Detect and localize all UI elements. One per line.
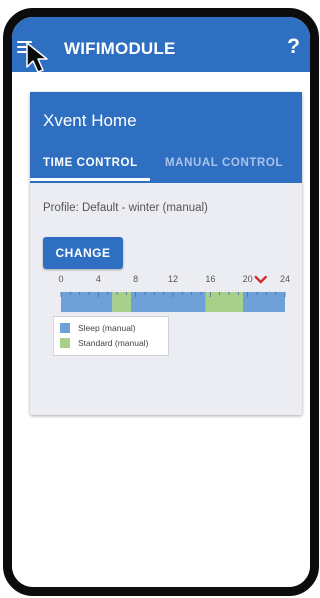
- legend-item-sleep: Sleep (manual): [60, 322, 136, 334]
- x-tick-label: 4: [96, 274, 101, 284]
- main-content: Xvent Home TIME CONTROL MANUAL CONTROL P…: [12, 72, 310, 587]
- change-button[interactable]: CHANGE: [43, 237, 123, 269]
- x-tick-label: 0: [58, 274, 63, 284]
- chart-legend: Sleep (manual) Standard (manual): [53, 316, 169, 356]
- legend-item-standard: Standard (manual): [60, 337, 148, 349]
- schedule-segment: [61, 292, 113, 312]
- tab-time-control[interactable]: TIME CONTROL: [43, 157, 138, 169]
- x-tick-label: 16: [205, 274, 215, 284]
- app-bar: WIFIMODULE ?: [12, 17, 310, 72]
- x-tick-label: 24: [280, 274, 290, 284]
- phone-frame: WIFIMODULE ? Xvent Home TIME CONTROL MAN…: [3, 8, 319, 596]
- schedule-chart: 0 4 8 12 16 20 24: [58, 274, 290, 312]
- app-title: WIFIMODULE: [64, 39, 176, 58]
- legend-swatch-standard: [60, 338, 70, 348]
- legend-swatch-sleep: [60, 323, 70, 333]
- x-tick-label: 12: [168, 274, 178, 284]
- tab-manual-control[interactable]: MANUAL CONTROL: [165, 157, 283, 169]
- hamburger-menu-icon[interactable]: [17, 37, 39, 55]
- schedule-segment: [112, 292, 131, 312]
- legend-label-sleep: Sleep (manual): [78, 323, 136, 333]
- x-tick-label: 20: [243, 274, 253, 284]
- card-header: Xvent Home TIME CONTROL MANUAL CONTROL: [30, 92, 302, 183]
- device-title: Xvent Home: [43, 111, 137, 130]
- device-card: Xvent Home TIME CONTROL MANUAL CONTROL P…: [30, 92, 302, 415]
- x-tick-label: 8: [133, 274, 138, 284]
- profile-text: Profile: Default - winter (manual): [43, 202, 208, 214]
- legend-label-standard: Standard (manual): [78, 338, 149, 348]
- current-time-marker-icon: [254, 275, 267, 284]
- help-button[interactable]: ?: [287, 35, 300, 59]
- schedule-segment: [205, 292, 243, 312]
- active-tab-indicator: [30, 178, 150, 181]
- schedule-segment: [243, 292, 285, 312]
- schedule-segment: [131, 292, 206, 312]
